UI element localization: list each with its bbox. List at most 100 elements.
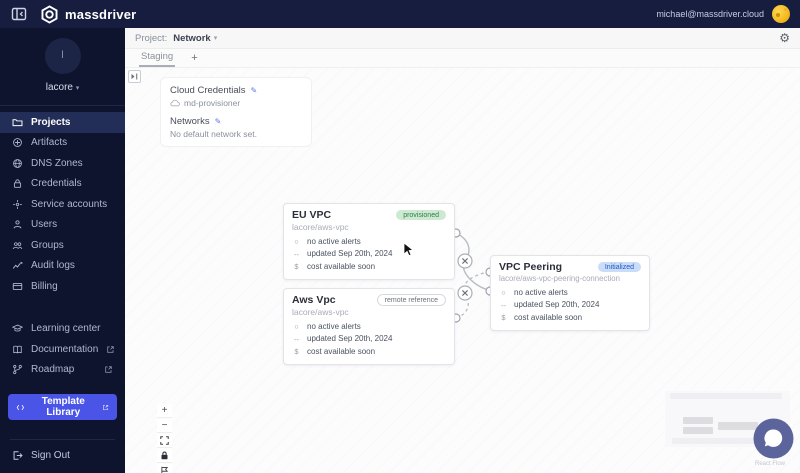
minimap-node [718, 422, 758, 430]
sign-out-label: Sign Out [31, 450, 70, 461]
sidebar-item-credentials[interactable]: Credentials [0, 174, 125, 195]
credit-card-icon [12, 282, 23, 290]
sign-out-button[interactable]: Sign Out [0, 448, 82, 473]
org-switcher[interactable]: lacore ▾ [0, 82, 125, 93]
sidebar-item-groups[interactable]: Groups [0, 235, 125, 256]
sign-out-icon [13, 451, 23, 460]
alerts-icon: ○ [294, 237, 299, 247]
alerts-text: no active alerts [307, 237, 361, 246]
sidebar-item-label: Audit logs [31, 260, 75, 272]
project-selector[interactable]: Network [173, 33, 210, 44]
environment-info-panel: Cloud Credentials ✎ md-provisioner Netwo… [160, 77, 312, 147]
lock-interactivity-button[interactable] [157, 449, 172, 463]
expand-panel-button[interactable] [128, 70, 141, 83]
sidebar-item-label: DNS Zones [31, 157, 83, 169]
sidebar-item-users[interactable]: Users [0, 215, 125, 236]
sidebar-item-billing[interactable]: Billing [0, 276, 125, 297]
sidebar-item-projects[interactable]: Projects [0, 112, 125, 133]
massdriver-logo-icon [41, 4, 58, 24]
folder-icon [12, 119, 23, 126]
tab-staging[interactable]: Staging [139, 49, 176, 67]
edit-pencil-icon[interactable]: ✎ [251, 86, 258, 95]
cost-icon: $ [294, 262, 299, 272]
sidebar-item-documentation[interactable]: Documentation [0, 339, 125, 360]
alerts-text: no active alerts [307, 322, 361, 331]
sidebar-item-artifacts[interactable]: Artifacts [0, 133, 125, 154]
updated-icon: -- [294, 249, 299, 259]
sidebar-item-learning-center[interactable]: Learning center [0, 319, 125, 340]
topbar: massdriver michael@massdriver.cloud [0, 0, 800, 28]
reactflow-attribution[interactable]: React Flow [755, 461, 785, 467]
node-eu-vpc[interactable]: EU VPC provisioned lacore/aws-vpc ○ no ac… [283, 203, 455, 281]
node-title: VPC Peering [499, 261, 563, 273]
layout-button[interactable] [157, 464, 172, 473]
cost-text: cost available soon [307, 346, 376, 356]
diagram-canvas[interactable]: Cloud Credentials ✎ md-provisioner Netwo… [125, 68, 800, 473]
fit-view-button[interactable] [157, 434, 172, 448]
external-link-icon [107, 346, 114, 353]
networks-value: No default network set. [170, 129, 257, 139]
updated-text: updated Sep 20th, 2024 [514, 300, 600, 310]
chat-widget-button[interactable] [753, 418, 794, 459]
brand-name: massdriver [65, 6, 137, 22]
minimap-node [683, 427, 713, 434]
cloud-credentials-title: Cloud Credentials [170, 85, 246, 96]
alerts-icon: ○ [501, 288, 506, 298]
divider [0, 105, 125, 106]
hub-icon [13, 199, 22, 209]
node-vpc-peering[interactable]: VPC Peering Initialized lacore/aws-vpc-p… [490, 255, 650, 332]
chevron-down-icon: ▾ [213, 35, 218, 42]
sidebar-item-dns-zones[interactable]: DNS Zones [0, 153, 125, 174]
environment-tabs: Staging + [125, 49, 800, 68]
minimap-node [683, 417, 713, 424]
brand-logo[interactable]: massdriver [40, 4, 137, 24]
cost-text: cost available soon [514, 312, 583, 322]
updated-text: updated Sep 20th, 2024 [307, 334, 393, 344]
template-library-button[interactable]: Template Library [8, 394, 117, 420]
node-title: EU VPC [292, 209, 332, 221]
users-group-icon [12, 242, 23, 249]
plus-icon: + [161, 404, 168, 416]
chat-bubble-icon [753, 418, 794, 459]
trend-line-icon [12, 262, 23, 269]
disconnect-edge-button[interactable] [457, 253, 473, 269]
alerts-icon: ○ [294, 322, 299, 332]
sidebar-item-label: Artifacts [31, 137, 68, 149]
zoom-in-button[interactable]: + [157, 404, 172, 418]
sidebar-item-audit-logs[interactable]: Audit logs [0, 256, 125, 277]
sidebar-item-label: Billing [31, 280, 58, 292]
networks-title: Networks [170, 116, 210, 127]
project-header: Project: Network ▾ ⚙ [125, 28, 800, 49]
edit-pencil-icon[interactable]: ✎ [215, 117, 222, 126]
book-icon [13, 345, 22, 354]
external-link-icon [105, 366, 112, 373]
cost-icon: $ [501, 313, 506, 323]
sidebar-item-label: Roadmap [31, 364, 75, 376]
fit-view-icon [160, 436, 169, 445]
settings-gear-icon[interactable]: ⚙ [779, 32, 790, 44]
git-branch-icon [13, 365, 22, 375]
node-aws-vpc[interactable]: Aws Vpc remote reference lacore/aws-vpc … [283, 288, 455, 366]
minimap-shape [670, 393, 782, 399]
sidebar-item-label: Learning center [31, 323, 101, 335]
sidebar-item-roadmap[interactable]: Roadmap [0, 360, 125, 381]
zoom-out-button[interactable]: − [157, 419, 172, 433]
node-package: lacore/aws-vpc-peering-connection [499, 274, 620, 283]
sidebar-item-label: Groups [31, 239, 64, 251]
sidebar-item-service-accounts[interactable]: Service accounts [0, 194, 125, 215]
status-badge: remote reference [376, 294, 446, 306]
user-icon [13, 220, 22, 229]
collapse-sidebar-button[interactable] [10, 5, 28, 23]
artifact-icon [13, 138, 22, 148]
org-avatar[interactable]: l [44, 38, 81, 74]
add-environment-button[interactable]: + [191, 53, 197, 67]
sidebar-item-label: Documentation [31, 343, 99, 355]
project-label: Project: [135, 32, 168, 44]
user-email: michael@massdriver.cloud [656, 9, 764, 19]
sidebar-item-label: Credentials [31, 178, 82, 190]
alerts-text: no active alerts [514, 288, 568, 297]
disconnect-edge-button[interactable] [457, 285, 473, 301]
updated-text: updated Sep 20th, 2024 [307, 249, 393, 259]
user-avatar[interactable] [772, 5, 790, 23]
